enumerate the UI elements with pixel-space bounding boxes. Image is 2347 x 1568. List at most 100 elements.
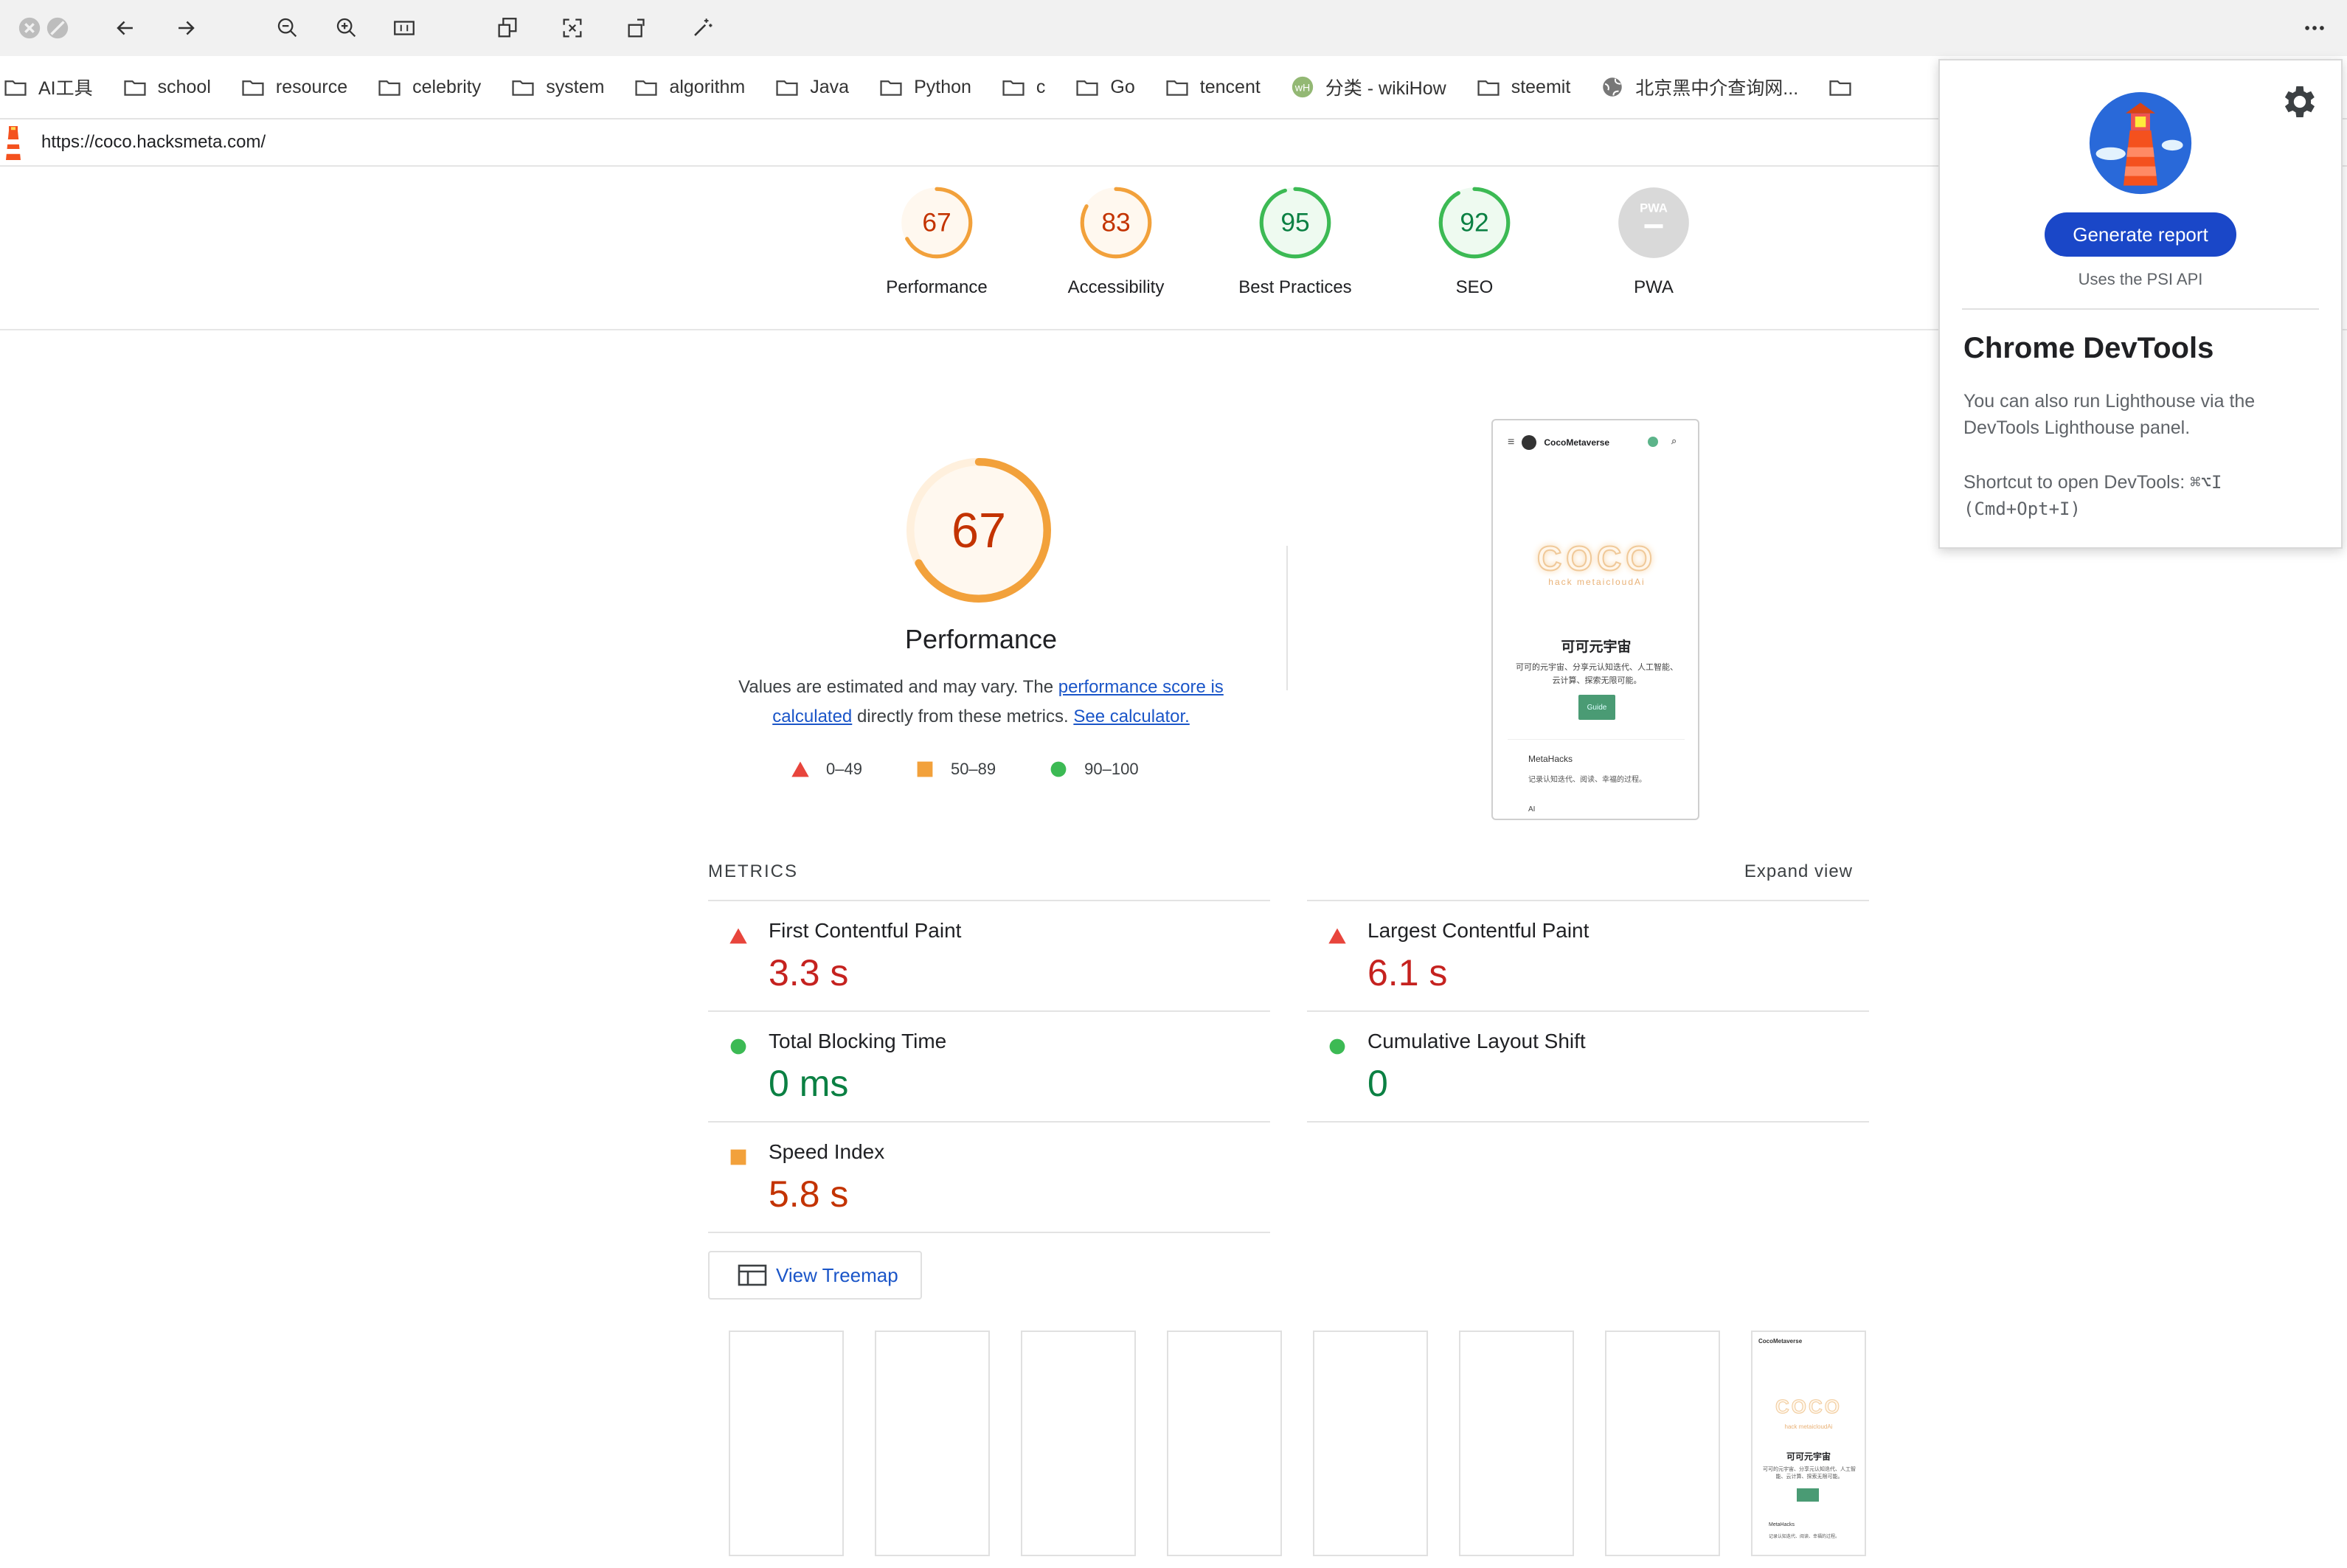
rotate-icon[interactable] bbox=[623, 13, 652, 43]
score-label: PWA bbox=[1634, 277, 1674, 297]
bookmark-label: steemit bbox=[1511, 76, 1571, 97]
close-icon[interactable] bbox=[15, 13, 44, 43]
final-screenshot[interactable]: ≡ CocoMetaverse ⌕ COCO hack metaicloudAi… bbox=[1491, 419, 1699, 820]
folder-icon bbox=[774, 74, 800, 100]
score-label: SEO bbox=[1455, 277, 1494, 297]
metric-value: 3.3 s bbox=[769, 952, 849, 993]
bookmark-item[interactable]: school bbox=[122, 74, 211, 100]
metric-name: Largest Contentful Paint bbox=[1367, 919, 1589, 942]
bookmark-item[interactable]: celebrity bbox=[377, 74, 481, 100]
metric-largest-contentful-paint: Largest Contentful Paint 6.1 s bbox=[1307, 900, 1869, 1010]
preview-logo-sub: hack metaicloudAi bbox=[1548, 577, 1646, 587]
performance-score: 67 bbox=[951, 504, 1006, 558]
frame-logo: COCO bbox=[1775, 1395, 1842, 1418]
back-arrow-icon[interactable] bbox=[111, 13, 140, 43]
bookmark-item[interactable]: steemit bbox=[1476, 74, 1571, 100]
frame-title: 可可元宇宙 bbox=[1786, 1451, 1831, 1462]
metric-total-blocking-time: Total Blocking Time 0 ms bbox=[708, 1010, 1270, 1121]
preview-title: 可可元宇宙 bbox=[1561, 639, 1632, 655]
expand-view-toggle[interactable]: Expand view bbox=[1744, 861, 1853, 882]
folder-icon bbox=[1075, 74, 1100, 100]
circle-icon bbox=[1050, 761, 1067, 777]
stop-icon[interactable] bbox=[43, 13, 72, 43]
more-options-icon[interactable] bbox=[2300, 13, 2329, 43]
bookmark-item[interactable]: tencent bbox=[1165, 74, 1261, 100]
gear-icon[interactable] bbox=[2279, 81, 2320, 122]
bookmark-label: school bbox=[157, 76, 211, 97]
bookmark-item[interactable]: wH 分类 - wikiHow bbox=[1290, 74, 1446, 100]
folder-icon bbox=[1476, 74, 1501, 100]
bookmark-label: algorithm bbox=[669, 76, 746, 97]
forward-arrow-icon[interactable] bbox=[171, 13, 201, 43]
preview-description: 可可的元宇宙、分享元认知迭代、人工智能、云计算、探索无限可能。 bbox=[1516, 663, 1678, 685]
score-gauge-best-practices[interactable]: 95 Best Practices bbox=[1214, 184, 1376, 298]
metrics-title: METRICS bbox=[708, 861, 798, 881]
devtools-description: You can also run Lighthouse via the DevT… bbox=[1963, 391, 2256, 438]
frame-site-name: CocoMetaverse bbox=[1758, 1338, 1803, 1345]
bookmark-item[interactable]: algorithm bbox=[634, 74, 745, 100]
fit-width-icon[interactable] bbox=[389, 13, 419, 43]
gauge-score: 92 bbox=[1460, 208, 1488, 237]
filmstrip-frame bbox=[1021, 1331, 1136, 1556]
preview-section-title: MetaHacks bbox=[1528, 754, 1573, 764]
see-calculator-link[interactable]: See calculator. bbox=[1073, 707, 1189, 726]
score-label: Performance bbox=[886, 277, 988, 297]
preview-site-name: CocoMetaverse bbox=[1544, 437, 1610, 448]
zoom-out-icon[interactable] bbox=[273, 13, 302, 43]
metrics-divider bbox=[1307, 1121, 1869, 1123]
svg-text:wH: wH bbox=[1294, 83, 1310, 94]
bookmark-item[interactable]: AI工具 bbox=[3, 74, 93, 100]
folder-icon bbox=[1828, 74, 1853, 100]
bookmark-item[interactable]: Java bbox=[774, 74, 849, 100]
browser-toolbar bbox=[0, 0, 2347, 56]
gauge-score: 95 bbox=[1280, 208, 1309, 237]
performance-title: Performance bbox=[904, 624, 1058, 654]
bookmark-label: 分类 - wikiHow bbox=[1325, 78, 1446, 99]
folder-icon bbox=[510, 74, 535, 100]
legend-item: 50–89 bbox=[915, 760, 996, 779]
folder-icon bbox=[634, 74, 659, 100]
bookmark-label: Python bbox=[914, 76, 971, 97]
bookmark-item[interactable]: Go bbox=[1075, 74, 1135, 100]
bookmark-label: tencent bbox=[1199, 76, 1261, 97]
capture-icon[interactable] bbox=[558, 13, 587, 43]
generate-report-button[interactable]: Generate report bbox=[2045, 212, 2236, 257]
view-treemap-button[interactable]: View Treemap bbox=[708, 1251, 922, 1300]
metric-name: First Contentful Paint bbox=[769, 919, 962, 942]
metric-value: 0 ms bbox=[769, 1063, 849, 1104]
metrics-divider bbox=[708, 1232, 1270, 1233]
metric-value: 5.8 s bbox=[769, 1173, 849, 1215]
score-gauge-performance[interactable]: 67 Performance bbox=[856, 184, 1018, 298]
url-text[interactable]: https://coco.hacksmeta.com/ bbox=[41, 132, 266, 153]
legend-label: 90–100 bbox=[1084, 760, 1139, 778]
magic-wand-icon[interactable] bbox=[687, 13, 717, 43]
bookmark-item[interactable]: 北京黑中介查询网... bbox=[1600, 74, 1798, 100]
bookmark-item[interactable]: resource bbox=[240, 74, 347, 100]
devtools-title: Chrome DevTools bbox=[1963, 332, 2214, 364]
score-label: Accessibility bbox=[1067, 277, 1165, 297]
bookmark-item-partial[interactable] bbox=[1828, 74, 1863, 100]
score-gauge-pwa[interactable]: PWA PWA bbox=[1573, 184, 1735, 298]
score-gauge-seo[interactable]: 92 SEO bbox=[1393, 184, 1556, 298]
metric-name: Total Blocking Time bbox=[769, 1030, 947, 1052]
folder-icon bbox=[240, 74, 266, 100]
metric-name: Speed Index bbox=[769, 1140, 885, 1163]
metric-value: 6.1 s bbox=[1367, 952, 1448, 993]
bookmark-label: c bbox=[1036, 76, 1046, 97]
lighthouse-logo-icon bbox=[2087, 90, 2194, 196]
square-icon bbox=[917, 761, 933, 777]
avatar bbox=[1522, 435, 1537, 450]
performance-gauge: 67 bbox=[901, 453, 1056, 608]
lighthouse-extension-popup: Generate report Uses the PSI API Chrome … bbox=[1938, 59, 2343, 549]
folder-icon bbox=[878, 74, 904, 100]
bookmark-item[interactable]: system bbox=[510, 74, 604, 100]
preview-logo: COCO bbox=[1536, 538, 1657, 578]
bookmark-item[interactable]: Python bbox=[878, 74, 971, 100]
score-gauge-accessibility[interactable]: 83 Accessibility bbox=[1035, 184, 1197, 298]
bookmark-label: AI工具 bbox=[38, 78, 93, 99]
devtools-shortcut: Shortcut to open DevTools: ⌘⌥I (Cmd+Opt+… bbox=[1963, 472, 2222, 519]
bookmark-item[interactable]: c bbox=[1001, 74, 1046, 100]
copy-icon[interactable] bbox=[493, 13, 522, 43]
metric-value: 0 bbox=[1367, 1063, 1388, 1104]
zoom-in-icon[interactable] bbox=[332, 13, 361, 43]
